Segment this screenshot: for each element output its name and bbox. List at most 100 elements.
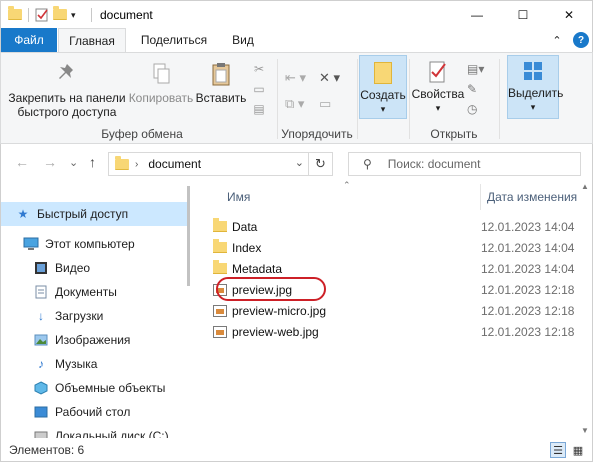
pin-label-line2: быстрого доступа	[17, 105, 117, 119]
scroll-up-icon[interactable]: ▲	[579, 182, 591, 194]
copy-button[interactable]: Копировать	[127, 61, 195, 105]
paste-shortcut-icon[interactable]: ▤	[249, 99, 269, 119]
tab-home[interactable]: Главная	[58, 28, 126, 52]
up-button[interactable]: ↑	[89, 154, 96, 170]
search-placeholder: Поиск: document	[387, 157, 481, 171]
file-name: Metadata	[232, 261, 283, 276]
paste-button[interactable]: Вставить	[195, 61, 247, 105]
address-bar[interactable]: › document ⌄ ↻	[108, 152, 333, 176]
sidebar-item-quick-access[interactable]: ★ Быстрый доступ	[1, 202, 187, 226]
select-button[interactable]: Выделить ▾	[507, 55, 563, 119]
forward-button[interactable]: →	[43, 154, 57, 170]
list-item[interactable]: Index 12.01.2023 14:04	[212, 237, 592, 258]
chevron-down-icon[interactable]: ⌄	[295, 156, 304, 169]
sidebar-item-label: Изображения	[55, 333, 131, 347]
sidebar-item-music[interactable]: ♪ Музыка	[1, 352, 187, 376]
sidebar-item-label: Музыка	[55, 357, 98, 371]
sidebar-item-videos[interactable]: Видео	[1, 256, 187, 280]
column-header-date[interactable]: Дата изменения	[487, 190, 577, 204]
sidebar-item-label: Быстрый доступ	[37, 207, 129, 221]
chevron-right-icon[interactable]: ›	[135, 159, 138, 170]
cut-icon[interactable]: ✂	[249, 59, 269, 79]
copy-path-icon[interactable]: ▭	[249, 79, 269, 99]
history-icon[interactable]: ◷	[467, 99, 484, 119]
status-bar: Элементов: 6 ☰ ▦	[0, 438, 593, 462]
sidebar-item-downloads[interactable]: ↓ Загрузки	[1, 304, 187, 328]
large-icons-view-icon[interactable]: ▦	[570, 442, 586, 458]
tab-view[interactable]: Вид	[223, 28, 263, 52]
delete-icon[interactable]: ✕ ▾	[319, 65, 340, 91]
open-icon[interactable]: ▤▾	[467, 59, 484, 79]
folder-icon	[213, 218, 227, 232]
scroll-down-icon[interactable]: ▼	[579, 426, 591, 438]
back-button[interactable]: ←	[15, 154, 29, 170]
file-date: 12.01.2023 14:04	[481, 261, 575, 276]
rename-icon[interactable]: ▭	[319, 91, 340, 117]
folder-icon	[213, 239, 227, 253]
item-count: Элементов: 6	[9, 442, 85, 457]
create-label: Создать	[360, 88, 406, 102]
create-button[interactable]: Создать ▾	[359, 55, 407, 119]
chevron-down-icon[interactable]: ▾	[71, 8, 85, 22]
pin-quick-access-button[interactable]: Закрепить на панели быстрого доступа	[7, 61, 127, 119]
tab-share[interactable]: Поделиться	[131, 28, 217, 52]
properties-label: Свойства	[411, 87, 465, 101]
properties-icon	[429, 61, 446, 83]
move-to-icon[interactable]: ⇤ ▾	[285, 65, 306, 91]
ribbon: Закрепить на панели быстрого доступа Коп…	[0, 52, 593, 144]
column-divider[interactable]	[480, 184, 481, 210]
copy-to-icon[interactable]: ⧉ ▾	[285, 91, 306, 117]
sidebar-item-label: Рабочий стол	[55, 405, 131, 419]
folder-icon	[8, 6, 22, 20]
edit-icon[interactable]: ✎	[467, 79, 484, 99]
tab-file[interactable]: Файл	[1, 28, 57, 52]
window-controls: — ☐ ✕	[454, 1, 592, 29]
maximize-button[interactable]: ☐	[500, 1, 546, 29]
divider	[28, 7, 29, 22]
music-icon: ♪	[38, 357, 44, 371]
list-item[interactable]: Data 12.01.2023 14:04	[212, 216, 592, 237]
recent-locations-button[interactable]: ⌄	[69, 156, 78, 169]
navigation-bar: ← → ⌄ ↑ › document ⌄ ↻ ⚲ Поиск: document	[0, 144, 593, 182]
column-header-name[interactable]: Имя	[227, 190, 250, 204]
ribbon-tabs: Файл Главная Поделиться Вид ⌃ ?	[0, 28, 593, 52]
refresh-button[interactable]: ↻	[308, 153, 332, 175]
sidebar-item-this-pc[interactable]: Этот компьютер	[1, 232, 187, 256]
sidebar-item-label: Этот компьютер	[45, 237, 135, 251]
sidebar-item-desktop[interactable]: Рабочий стол	[1, 400, 187, 424]
video-icon	[33, 260, 49, 276]
list-item[interactable]: preview-micro.jpg 12.01.2023 12:18	[212, 300, 592, 321]
sort-up-icon: ⌃	[343, 180, 351, 190]
divider	[409, 59, 410, 139]
drive-icon	[33, 428, 49, 438]
view-switcher: ☰ ▦	[550, 442, 586, 458]
sidebar-item-pictures[interactable]: Изображения	[1, 328, 187, 352]
divider	[357, 59, 358, 139]
image-file-icon	[213, 325, 227, 338]
group-organize-label: Упорядочить	[281, 127, 353, 141]
file-date: 12.01.2023 12:18	[481, 324, 575, 339]
sidebar-item-local-disk[interactable]: Локальный диск (C:)	[1, 424, 187, 438]
clipboard-icon	[212, 63, 230, 86]
sidebar-item-documents[interactable]: Документы	[1, 280, 187, 304]
file-list-scrollbar[interactable]: ▲ ▼	[579, 182, 591, 438]
properties-icon[interactable]	[35, 8, 49, 22]
image-file-icon	[213, 304, 227, 317]
minimize-button[interactable]: —	[454, 1, 500, 29]
list-item[interactable]: Metadata 12.01.2023 14:04	[212, 258, 592, 279]
copy-icon	[153, 63, 170, 84]
pin-label-line1: Закрепить на панели	[8, 91, 126, 105]
close-button[interactable]: ✕	[546, 1, 592, 29]
paste-label: Вставить	[195, 91, 247, 105]
sidebar-item-3d-objects[interactable]: Объемные объекты	[1, 376, 187, 400]
quick-access-toolbar: ▾	[1, 6, 94, 22]
new-folder-icon[interactable]	[53, 6, 67, 20]
list-item[interactable]: preview-web.jpg 12.01.2023 12:18	[212, 321, 592, 342]
details-view-icon[interactable]: ☰	[550, 442, 566, 458]
collapse-ribbon-icon[interactable]: ⌃	[549, 32, 565, 48]
help-icon[interactable]: ?	[573, 32, 589, 48]
divider	[499, 59, 500, 139]
file-name: preview-micro.jpg	[232, 303, 327, 318]
properties-button[interactable]: Свойства ▾	[411, 59, 465, 115]
search-box[interactable]: ⚲ Поиск: document	[348, 152, 581, 176]
